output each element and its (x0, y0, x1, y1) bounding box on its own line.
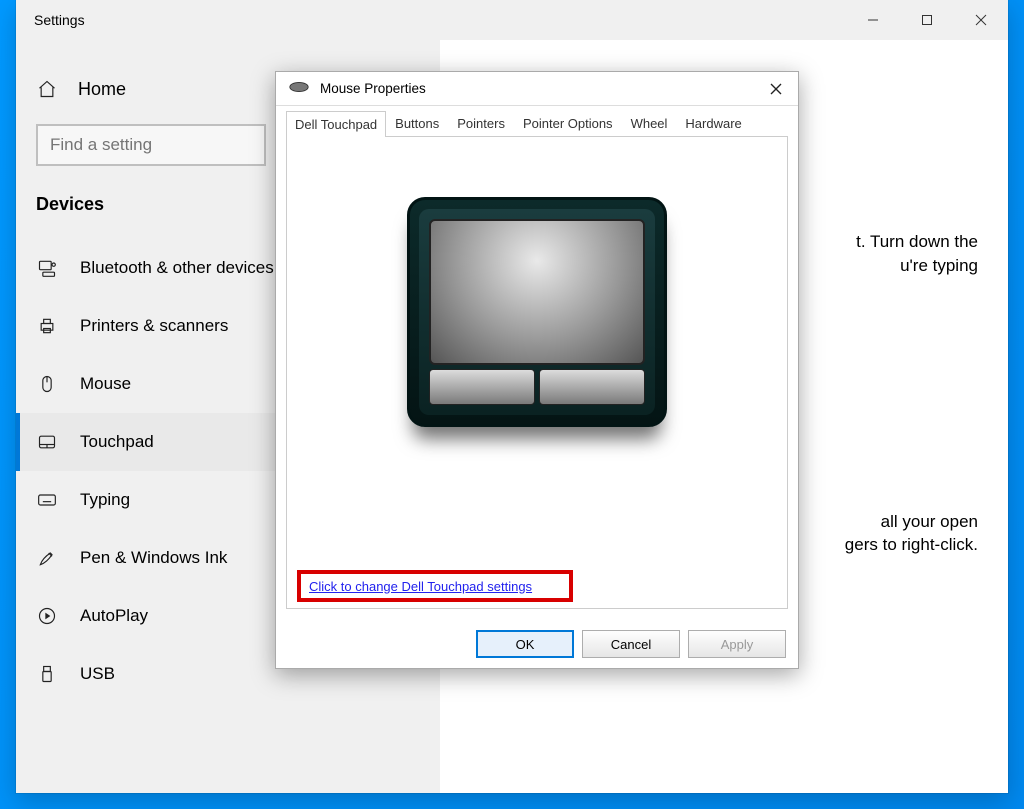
tab-pointers[interactable]: Pointers (448, 110, 514, 136)
tab-hardware[interactable]: Hardware (676, 110, 750, 136)
nav-label: Printers & scanners (80, 316, 228, 336)
nav-label: AutoPlay (80, 606, 148, 626)
touchpad-icon (36, 431, 58, 453)
dialog-titlebar[interactable]: Mouse Properties (276, 72, 798, 106)
dialog-button-row: OK Cancel Apply (276, 620, 798, 668)
touchpad-image (407, 197, 667, 427)
nav-label: USB (80, 664, 115, 684)
tab-dell-touchpad[interactable]: Dell Touchpad (286, 111, 386, 137)
dialog-tabstrip: Dell Touchpad Buttons Pointers Pointer O… (286, 110, 788, 137)
tab-wheel[interactable]: Wheel (622, 110, 677, 136)
mouse-icon (36, 373, 58, 395)
dialog-close-button[interactable] (754, 72, 798, 106)
maximize-button[interactable] (900, 0, 954, 40)
home-icon (36, 78, 58, 100)
search-input[interactable] (36, 124, 266, 166)
apply-button[interactable]: Apply (688, 630, 786, 658)
tab-pointer-options[interactable]: Pointer Options (514, 110, 622, 136)
mouse-dialog-icon (288, 80, 310, 97)
mouse-properties-dialog: Mouse Properties Dell Touchpad Buttons P… (275, 71, 799, 669)
nav-label: Typing (80, 490, 130, 510)
nav-label: Pen & Windows Ink (80, 548, 227, 568)
partial-text: all your open (881, 512, 978, 531)
partial-text: u're typing (900, 256, 978, 275)
close-button[interactable] (954, 0, 1008, 40)
minimize-button[interactable] (846, 0, 900, 40)
home-label: Home (78, 79, 126, 100)
nav-label: Touchpad (80, 432, 154, 452)
keyboard-icon (36, 489, 58, 511)
autoplay-icon (36, 605, 58, 627)
change-touchpad-settings-link[interactable]: Click to change Dell Touchpad settings (309, 579, 532, 594)
nav-label: Mouse (80, 374, 131, 394)
highlight-box: Click to change Dell Touchpad settings (297, 570, 573, 602)
dialog-title: Mouse Properties (320, 81, 426, 96)
partial-text: gers to right-click. (845, 535, 978, 554)
nav-label: Bluetooth & other devices (80, 258, 274, 278)
dialog-tabpane: Click to change Dell Touchpad settings (286, 137, 788, 609)
cancel-button[interactable]: Cancel (582, 630, 680, 658)
settings-titlebar: Settings (16, 0, 1008, 40)
tab-buttons[interactable]: Buttons (386, 110, 448, 136)
pen-icon (36, 547, 58, 569)
partial-text: t. Turn down the (856, 232, 978, 251)
settings-title: Settings (34, 12, 85, 28)
printer-icon (36, 315, 58, 337)
usb-icon (36, 663, 58, 685)
ok-button[interactable]: OK (476, 630, 574, 658)
bluetooth-icon (36, 257, 58, 279)
